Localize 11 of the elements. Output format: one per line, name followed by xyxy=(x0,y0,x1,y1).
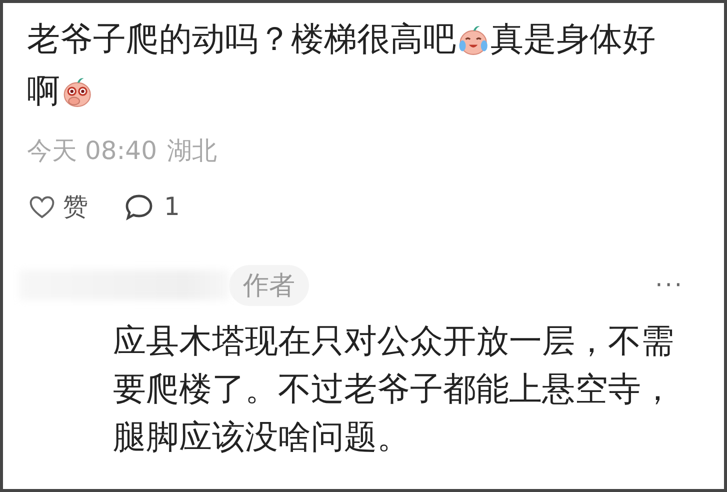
author-badge: 作者 xyxy=(229,264,309,306)
reply-text: 应县木塔现在只对公众开放一层，不需要爬楼了。不过老爷子都能上悬空寺，腿脚应该没啥问题。 xyxy=(113,320,675,458)
speech-bubble-icon[interactable] xyxy=(124,192,154,222)
like-label[interactable]: 赞 xyxy=(63,189,88,225)
comment-text: 真是身体好 xyxy=(490,18,656,60)
reply-count[interactable]: 1 xyxy=(164,189,180,225)
comment-location: 湖北 xyxy=(167,135,217,167)
comment-time: 今天 08:40 xyxy=(27,135,157,167)
more-button[interactable]: ··· xyxy=(655,271,684,299)
comment-text: 老爷子爬的动吗？楼梯很高吧 xyxy=(27,18,456,60)
comment-text: 啊 xyxy=(27,70,60,112)
